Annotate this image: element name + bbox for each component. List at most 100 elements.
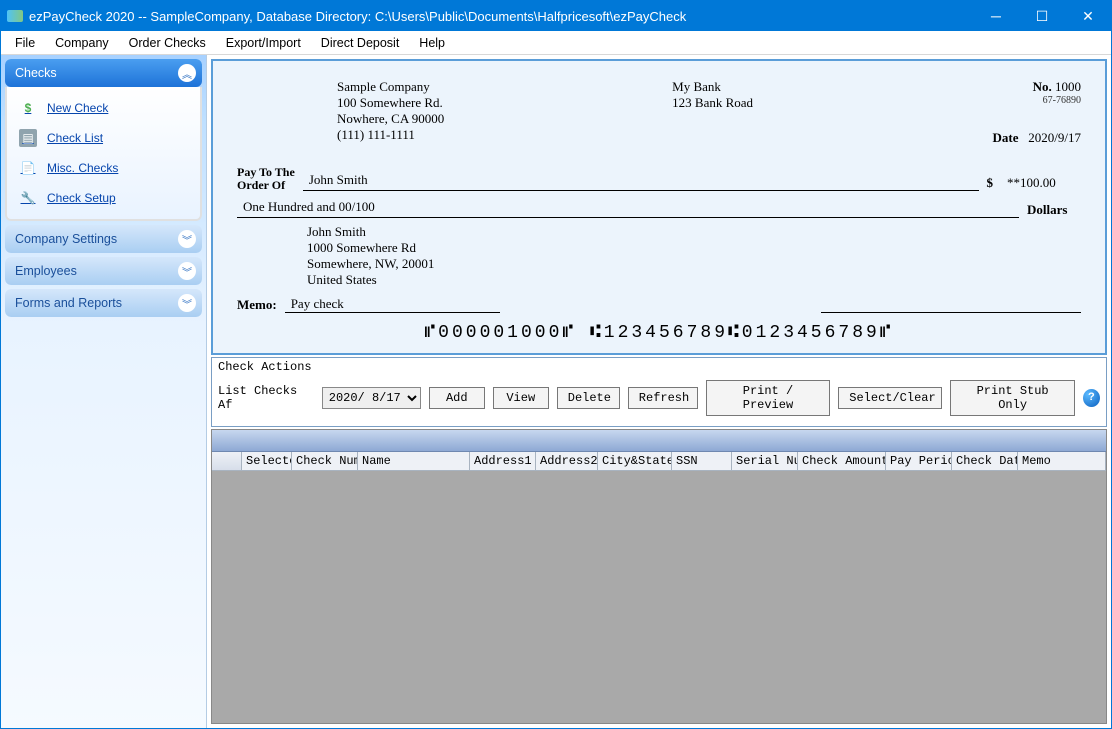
nav-label: Check List (47, 131, 103, 145)
minimize-button[interactable]: ─ (973, 1, 1019, 31)
checks-grid: Selecte Check Num Name Address1 Address2… (211, 429, 1107, 724)
col-ssn[interactable]: SSN (672, 452, 732, 470)
chevron-down-icon: ︾ (178, 262, 196, 280)
payee-name: John Smith (307, 224, 1081, 240)
company-addr1: 100 Somewhere Rd. (337, 95, 444, 111)
stack-icon: ▤ (19, 129, 37, 147)
panel-label: Company Settings (15, 232, 117, 246)
panel-forms-reports: Forms and Reports ︾ (5, 289, 202, 317)
memo-field: Pay check (285, 296, 500, 313)
col-serial[interactable]: Serial Nu (732, 452, 798, 470)
view-button[interactable]: View (493, 387, 549, 409)
menu-direct-deposit[interactable]: Direct Deposit (311, 33, 410, 53)
payee-country: United States (307, 272, 1081, 288)
add-button[interactable]: Add (429, 387, 485, 409)
payee-field: John Smith (303, 172, 979, 191)
nav-label: New Check (47, 101, 108, 115)
memo-label: Memo: (237, 297, 277, 313)
col-name[interactable]: Name (358, 452, 470, 470)
menu-order-checks[interactable]: Order Checks (119, 33, 216, 53)
row-header-corner (212, 452, 242, 470)
panel-label: Employees (15, 264, 77, 278)
chevron-down-icon: ︾ (178, 294, 196, 312)
close-button[interactable]: ✕ (1065, 1, 1111, 31)
chevron-down-icon: ︾ (178, 230, 196, 248)
nav-label: Check Setup (47, 191, 116, 205)
nav-misc-checks[interactable]: 📄 Misc. Checks (11, 153, 196, 183)
date-label: Date (993, 130, 1019, 145)
window-title: ezPayCheck 2020 -- SampleCompany, Databa… (29, 9, 973, 24)
wrench-icon: 🔧 (19, 189, 37, 207)
menu-file[interactable]: File (5, 33, 45, 53)
menu-export-import[interactable]: Export/Import (216, 33, 311, 53)
col-check-date[interactable]: Check Dat (952, 452, 1018, 470)
col-check-num[interactable]: Check Num (292, 452, 358, 470)
panel-header-forms-reports[interactable]: Forms and Reports ︾ (5, 289, 202, 317)
bank-block: My Bank 123 Bank Road (672, 79, 753, 146)
amount-field: **100.00 (1001, 175, 1081, 191)
amount-words: One Hundred and 00/100 (237, 199, 1019, 218)
panel-body-checks: $ New Check ▤ Check List 📄 Misc. Checks … (5, 87, 202, 221)
actions-row: List Checks Af 2020/ 8/17 Add View Delet… (212, 376, 1106, 426)
check-meta: No. 1000 67-76890 Date 2020/9/17 (941, 79, 1081, 146)
check-actions-panel: Check Actions List Checks Af 2020/ 8/17 … (211, 357, 1107, 427)
menu-help[interactable]: Help (409, 33, 455, 53)
col-amount[interactable]: Check Amount (798, 452, 886, 470)
dollars-label: Dollars (1027, 202, 1081, 218)
app-icon (7, 10, 23, 22)
chevron-up-icon: ︽ (178, 64, 196, 82)
document-icon: 📄 (19, 159, 37, 177)
panel-label-checks: Checks (15, 66, 57, 80)
panel-header-employees[interactable]: Employees ︾ (5, 257, 202, 285)
bank-addr: 123 Bank Road (672, 95, 753, 111)
panel-header-checks[interactable]: Checks ︽ (5, 59, 202, 87)
maximize-button[interactable]: ☐ (1019, 1, 1065, 31)
bank-name: My Bank (672, 79, 753, 95)
currency-symbol: $ (987, 175, 994, 191)
panel-header-company-settings[interactable]: Company Settings ︾ (5, 225, 202, 253)
sidebar: Checks ︽ $ New Check ▤ Check List 📄 Misc… (1, 55, 207, 728)
company-addr2: Nowhere, CA 90000 (337, 111, 444, 127)
col-pay-period[interactable]: Pay Perio (886, 452, 952, 470)
main-area: Sample Company 100 Somewhere Rd. Nowhere… (207, 55, 1111, 728)
nav-check-setup[interactable]: 🔧 Check Setup (11, 183, 196, 213)
app-window: ezPayCheck 2020 -- SampleCompany, Databa… (0, 0, 1112, 729)
panel-label: Forms and Reports (15, 296, 122, 310)
micr-line: ⑈000001000⑈ ⑆123456789⑆0123456789⑈ (237, 323, 1081, 343)
menu-company[interactable]: Company (45, 33, 119, 53)
list-checks-label: List Checks Af (218, 384, 314, 412)
col-city-state[interactable]: City&State (598, 452, 672, 470)
grid-header: Selecte Check Num Name Address1 Address2… (212, 452, 1106, 471)
main-body: Checks ︽ $ New Check ▤ Check List 📄 Misc… (1, 55, 1111, 728)
select-clear-button[interactable]: Select/Clear (838, 387, 942, 409)
col-selected[interactable]: Selecte (242, 452, 292, 470)
help-icon[interactable]: ? (1083, 389, 1100, 407)
company-name: Sample Company (337, 79, 444, 95)
payee-address: John Smith 1000 Somewhere Rd Somewhere, … (307, 224, 1081, 288)
payee-addr1: 1000 Somewhere Rd (307, 240, 1081, 256)
check-date: 2020/9/17 (1028, 130, 1081, 145)
refresh-button[interactable]: Refresh (628, 387, 698, 409)
panel-company-settings: Company Settings ︾ (5, 225, 202, 253)
print-preview-button[interactable]: Print / Preview (706, 380, 831, 416)
pay-to-label: Pay To The Order Of (237, 166, 295, 191)
col-memo[interactable]: Memo (1018, 452, 1106, 470)
print-stub-button[interactable]: Print Stub Only (950, 380, 1075, 416)
nav-new-check[interactable]: $ New Check (11, 93, 196, 123)
nav-check-list[interactable]: ▤ Check List (11, 123, 196, 153)
menubar: File Company Order Checks Export/Import … (1, 31, 1111, 55)
col-address2[interactable]: Address2 (536, 452, 598, 470)
titlebar[interactable]: ezPayCheck 2020 -- SampleCompany, Databa… (1, 1, 1111, 31)
actions-title: Check Actions (212, 358, 1106, 376)
list-date-select[interactable]: 2020/ 8/17 (322, 387, 421, 409)
company-block: Sample Company 100 Somewhere Rd. Nowhere… (337, 79, 444, 146)
check-number: 1000 (1055, 79, 1081, 94)
grid-body[interactable] (212, 471, 1106, 723)
col-address1[interactable]: Address1 (470, 452, 536, 470)
delete-button[interactable]: Delete (557, 387, 620, 409)
panel-checks: Checks ︽ $ New Check ▤ Check List 📄 Misc… (5, 59, 202, 221)
nav-label: Misc. Checks (47, 161, 118, 175)
window-controls: ─ ☐ ✕ (973, 1, 1111, 31)
check-preview: Sample Company 100 Somewhere Rd. Nowhere… (211, 59, 1107, 355)
company-phone: (111) 111-1111 (337, 127, 444, 143)
